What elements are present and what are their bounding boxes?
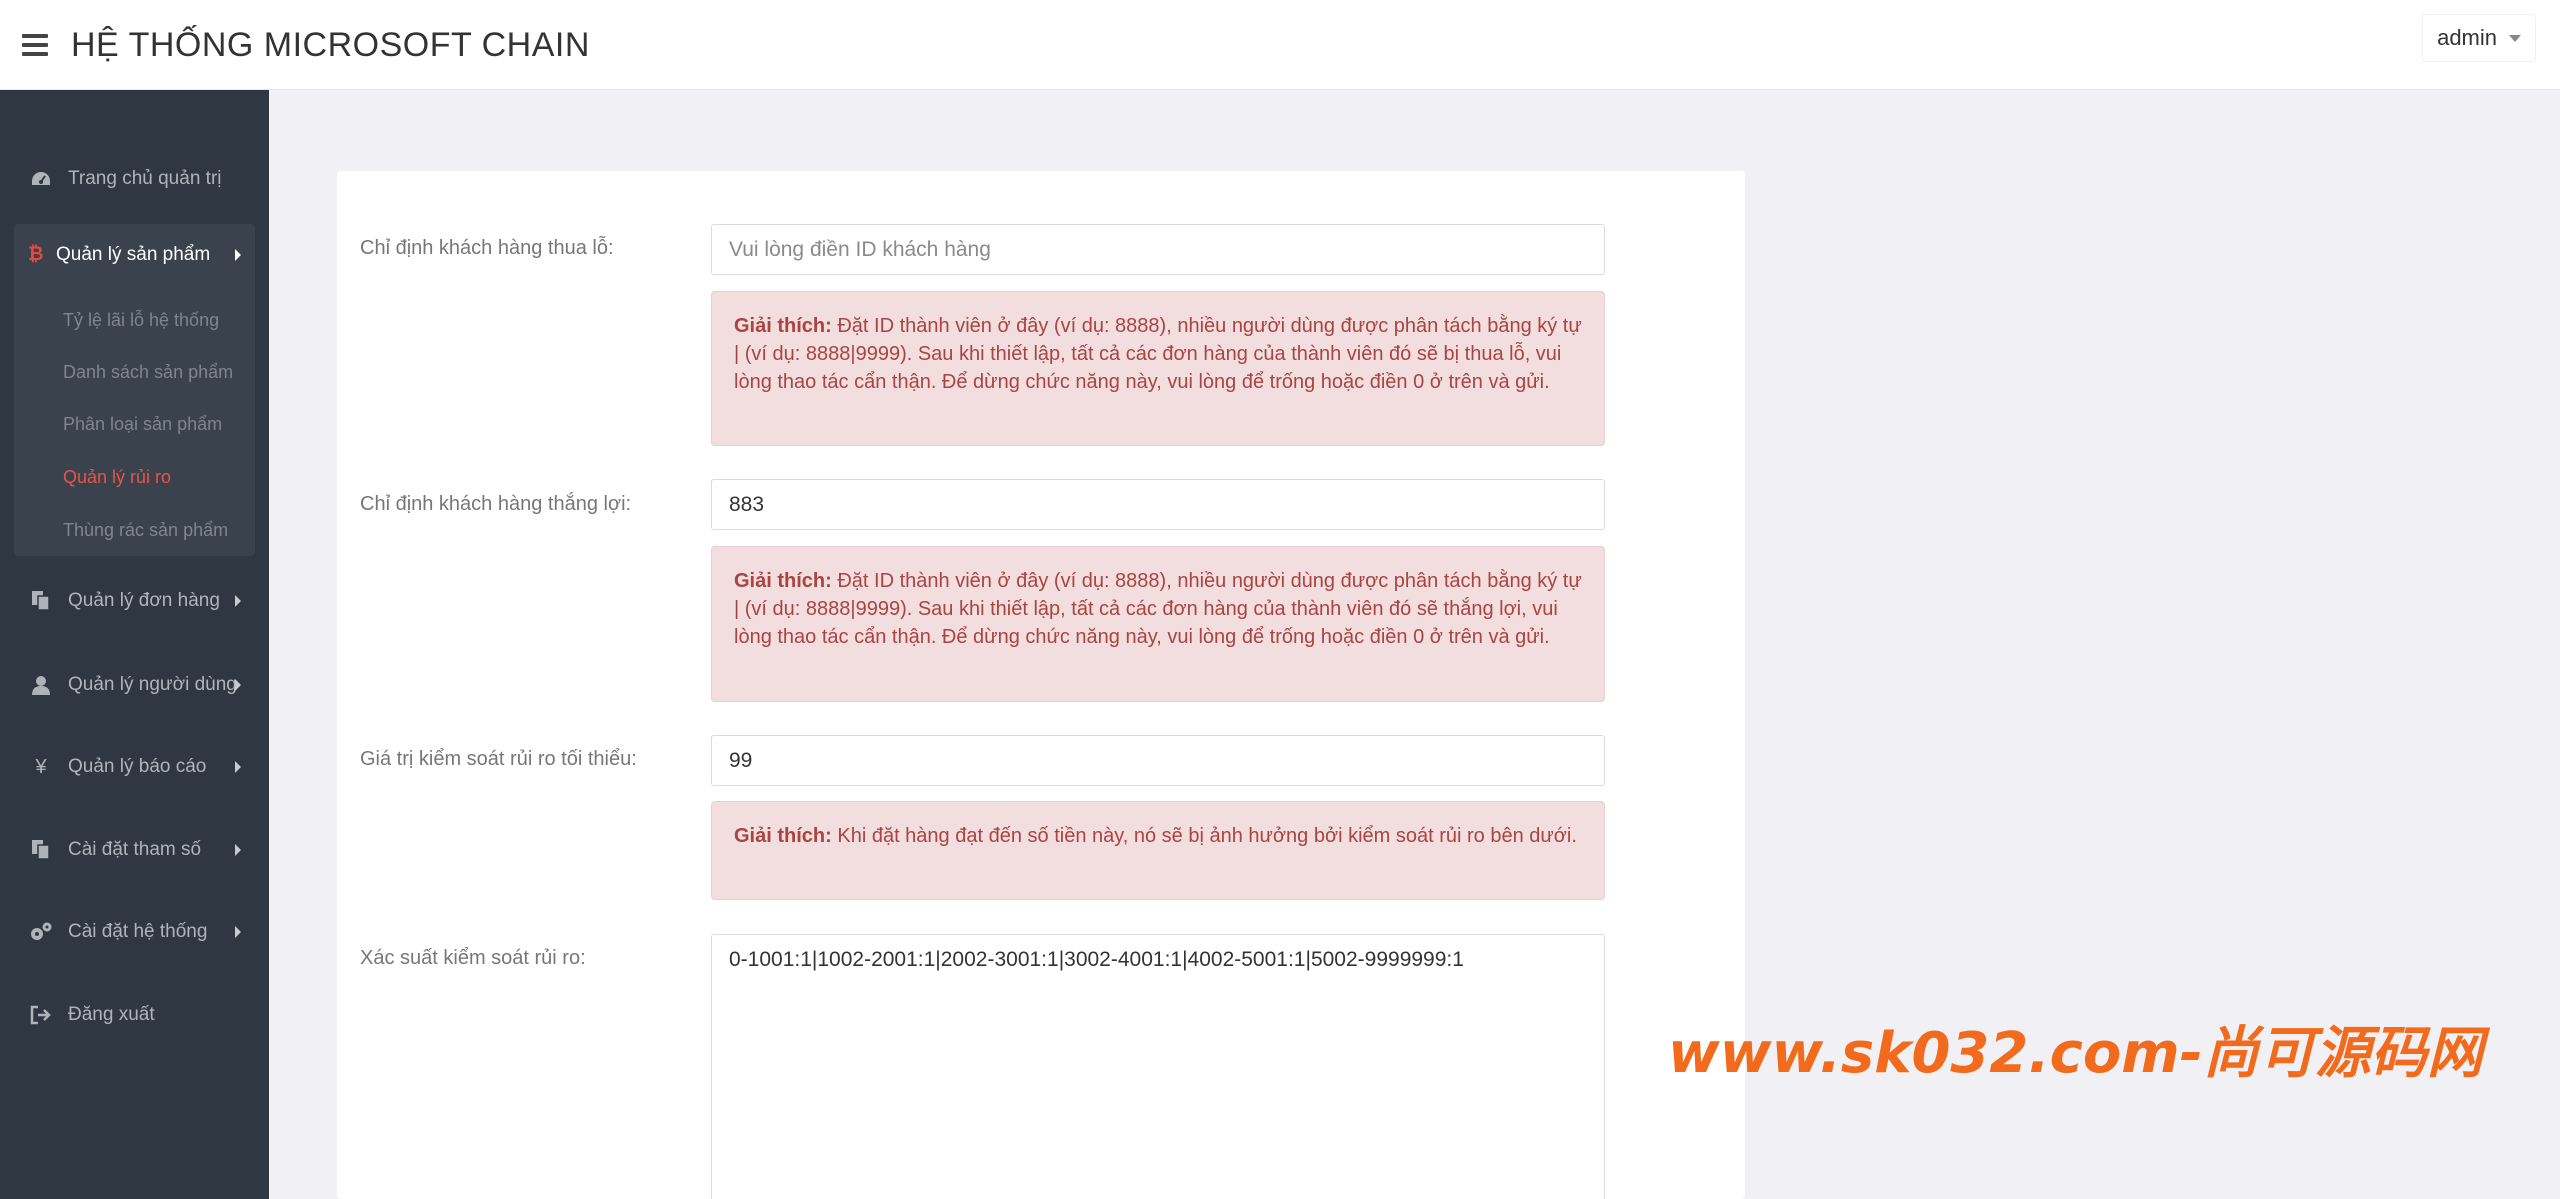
chevron-right-icon bbox=[235, 926, 241, 938]
sidebar-item-reports[interactable]: ¥ Quản lý báo cáo bbox=[0, 737, 269, 797]
note-text: Khi đặt hàng đạt đến số tiền này, nó sẽ … bbox=[837, 825, 1577, 847]
note-title: Giải thích: bbox=[734, 315, 832, 337]
yen-icon: ¥ bbox=[35, 755, 47, 778]
min-risk-value-label: Giá trị kiểm soát rủi ro tối thiểu: bbox=[360, 748, 637, 770]
sidebar-item-label: Đăng xuất bbox=[68, 1004, 155, 1025]
copy-icon bbox=[28, 839, 54, 861]
chevron-right-icon bbox=[235, 249, 241, 261]
sidebar-item-logout[interactable]: Đăng xuất bbox=[0, 985, 269, 1045]
sidebar-item-dashboard[interactable]: Trang chủ quản trị bbox=[0, 149, 269, 209]
note-text: Đặt ID thành viên ở đây (ví dụ: 8888), n… bbox=[734, 570, 1582, 648]
user-icon bbox=[28, 675, 54, 695]
chevron-right-icon bbox=[235, 844, 241, 856]
hamburger-menu-icon[interactable] bbox=[22, 34, 48, 56]
note-title: Giải thích: bbox=[734, 825, 832, 847]
watermark-text: www.sk032.com-尚可源码网 bbox=[1668, 1021, 2483, 1086]
sidebar-item-label: Quản lý đơn hàng bbox=[68, 590, 220, 611]
sidebar-subitem-product-trash[interactable]: Thùng rác sản phẩm bbox=[63, 520, 228, 541]
sidebar-item-system-settings[interactable]: Cài đặt hệ thống bbox=[0, 902, 269, 962]
winner-customer-note: Giải thích: Đặt ID thành viên ở đây (ví … bbox=[711, 546, 1605, 702]
sidebar-item-products[interactable]: ₿ Quản lý sản phẩm bbox=[14, 224, 255, 286]
gears-icon bbox=[28, 921, 54, 943]
sidebar-item-orders[interactable]: Quản lý đơn hàng bbox=[0, 571, 269, 631]
sidebar-group-products: ₿ Quản lý sản phẩm Tỷ lệ lãi lỗ hệ thống… bbox=[14, 224, 255, 556]
loser-customer-label: Chỉ định khách hàng thua lỗ: bbox=[360, 237, 614, 259]
chevron-down-icon bbox=[2509, 34, 2521, 42]
sidebar-subitem-product-category[interactable]: Phân loại sản phẩm bbox=[63, 414, 222, 435]
loser-customer-note: Giải thích: Đặt ID thành viên ở đây (ví … bbox=[711, 291, 1605, 446]
sidebar-subitem-product-list[interactable]: Danh sách sản phẩm bbox=[63, 362, 233, 383]
sidebar-item-users[interactable]: Quản lý người dùng bbox=[0, 655, 269, 715]
sidebar-subitem-risk-management[interactable]: Quản lý rủi ro bbox=[63, 467, 171, 488]
min-risk-value-note: Giải thích: Khi đặt hàng đạt đến số tiền… bbox=[711, 801, 1605, 900]
sidebar-item-label: Cài đặt tham số bbox=[68, 839, 202, 860]
note-title: Giải thích: bbox=[734, 570, 832, 592]
sidebar-item-label: Trang chủ quản trị bbox=[68, 168, 222, 189]
note-text: Đặt ID thành viên ở đây (ví dụ: 8888), n… bbox=[734, 315, 1582, 393]
user-name: admin bbox=[2437, 25, 2497, 50]
sidebar-item-label: Cài đặt hệ thống bbox=[68, 921, 208, 942]
winner-customer-input[interactable] bbox=[711, 479, 1605, 530]
top-header: HỆ THỐNG MICROSOFT CHAIN admin bbox=[0, 0, 2560, 90]
chevron-right-icon bbox=[235, 679, 241, 691]
sidebar-item-label: Quản lý báo cáo bbox=[68, 756, 207, 777]
bitcoin-icon: ₿ bbox=[28, 244, 44, 265]
sidebar-item-parameters[interactable]: Cài đặt tham số bbox=[0, 820, 269, 880]
copy-icon bbox=[28, 590, 54, 612]
chevron-right-icon bbox=[235, 595, 241, 607]
app-title: HỆ THỐNG MICROSOFT CHAIN bbox=[71, 26, 590, 64]
sidebar-item-label: Quản lý sản phẩm bbox=[56, 244, 211, 265]
risk-probability-label: Xác suất kiểm soát rủi ro: bbox=[360, 947, 586, 969]
risk-probability-textarea[interactable]: 0-1001:1|1002-2001:1|2002-3001:1|3002-40… bbox=[711, 934, 1605, 1199]
min-risk-value-input[interactable] bbox=[711, 735, 1605, 786]
loser-customer-input[interactable] bbox=[711, 224, 1605, 275]
winner-customer-label: Chỉ định khách hàng thắng lợi: bbox=[360, 493, 632, 515]
sidebar: Trang chủ quản trị ₿ Quản lý sản phẩm Tỷ… bbox=[0, 90, 269, 1199]
user-menu[interactable]: admin bbox=[2422, 14, 2536, 62]
sidebar-item-label: Quản lý người dùng bbox=[68, 674, 237, 695]
sidebar-subitem-profit-ratio[interactable]: Tỷ lệ lãi lỗ hệ thống bbox=[63, 310, 219, 331]
dashboard-icon bbox=[28, 170, 54, 188]
sign-out-icon bbox=[28, 1005, 54, 1025]
chevron-right-icon bbox=[235, 761, 241, 773]
